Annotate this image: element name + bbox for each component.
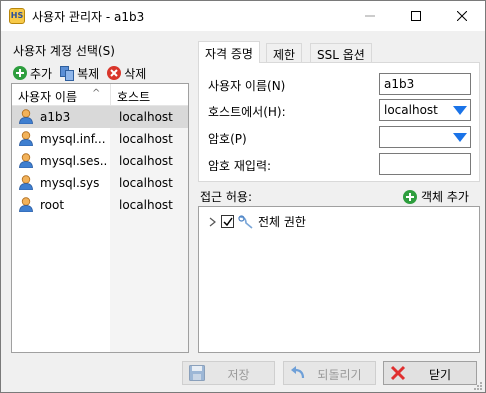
user-row-host: localhost [119, 132, 173, 146]
host-label: 호스트에서(H): [208, 105, 286, 119]
window-close-button[interactable] [439, 1, 485, 31]
username-label: 사용자 이름(N) [208, 79, 286, 93]
tab-limits[interactable]: 제한 [266, 43, 303, 62]
user-row[interactable]: mysql.ses... localhost [12, 150, 188, 172]
user-icon [19, 197, 33, 215]
user-row[interactable]: mysql.inf... localhost [12, 128, 188, 150]
save-label: 저장 [227, 368, 250, 382]
user-account-list[interactable]: 사용자 이름 ^ 호스트 a1b3 localhost mysql.inf...… [11, 83, 189, 353]
user-icon [19, 153, 33, 171]
access-allow-label: 접근 허용: [200, 190, 253, 204]
host-value: localhost [384, 103, 438, 117]
chevron-down-icon[interactable] [453, 133, 467, 142]
user-manager-window: HS 사용자 관리자 - a1b3 사용자 계정 선택(S) 추가 복제 삭제 [0, 0, 486, 393]
close-icon [457, 11, 467, 21]
clone-user-label: 복제 [77, 66, 100, 81]
add-user-button[interactable]: 추가 [13, 65, 52, 82]
sort-ascending-icon: ^ [92, 88, 101, 99]
window-title: 사용자 관리자 - a1b3 [32, 10, 145, 24]
save-button[interactable]: 저장 [182, 361, 275, 385]
credentials-panel: 사용자 이름(N) a1b3 호스트에서(H): localhost 암호(P)… [198, 62, 480, 182]
user-row[interactable]: mysql.sys localhost [12, 172, 188, 194]
add-icon [13, 66, 27, 80]
delete-user-label: 삭제 [124, 66, 147, 81]
delete-user-button[interactable]: 삭제 [107, 65, 146, 82]
list-header: 사용자 이름 ^ 호스트 [12, 84, 188, 106]
user-row-host: localhost [119, 198, 173, 212]
all-privileges-checkbox[interactable] [221, 215, 234, 228]
account-toolbar: 추가 복제 삭제 [13, 63, 154, 83]
checkmark-icon [222, 217, 233, 226]
user-row-name: mysql.inf... [40, 132, 106, 146]
privilege-tree[interactable]: 전체 권한 [198, 206, 480, 353]
maximize-icon [411, 11, 421, 21]
user-icon [19, 109, 33, 127]
app-icon: HS [9, 8, 25, 24]
user-icon [19, 131, 33, 149]
add-icon [403, 189, 417, 204]
resize-grip-icon[interactable] [473, 381, 483, 391]
tab-ssl-options[interactable]: SSL 옵션 [310, 43, 372, 62]
column-header-host[interactable]: 호스트 [117, 88, 150, 105]
password-repeat-field[interactable] [379, 153, 471, 175]
user-row-name: mysql.sys [40, 176, 100, 190]
username-value: a1b3 [384, 77, 415, 91]
user-icon [19, 175, 33, 193]
expand-chevron-icon[interactable] [209, 217, 217, 227]
minimize-button[interactable] [347, 1, 393, 31]
add-user-label: 추가 [30, 66, 53, 81]
maximize-button[interactable] [393, 1, 439, 31]
revert-button[interactable]: 되돌리기 [283, 361, 376, 385]
add-object-label: 객체 추가 [421, 190, 469, 204]
user-row-name: root [40, 198, 65, 212]
chevron-down-icon[interactable] [453, 106, 467, 115]
tab-credentials[interactable]: 자격 증명 [198, 41, 260, 63]
user-row-name: a1b3 [40, 110, 71, 124]
user-row-host: localhost [119, 176, 173, 190]
close-label: 닫기 [428, 368, 452, 382]
user-row[interactable]: root localhost [12, 194, 188, 216]
tree-item-label: 전체 권한 [258, 215, 306, 229]
password-repeat-label: 암호 재입력: [208, 159, 272, 173]
close-button[interactable]: 닫기 [383, 361, 477, 385]
revert-label: 되돌리기 [317, 368, 362, 382]
column-divider[interactable] [110, 84, 111, 106]
add-object-button[interactable]: 객체 추가 [403, 188, 469, 205]
clone-user-button[interactable]: 복제 [60, 65, 99, 82]
user-row[interactable]: a1b3 localhost [12, 106, 188, 128]
password-label: 암호(P) [208, 132, 247, 146]
privilege-key-icon [238, 214, 253, 229]
tree-item[interactable]: 전체 권한 [209, 213, 310, 230]
password-combobox[interactable] [379, 126, 471, 148]
user-row-host: localhost [119, 154, 173, 168]
minimize-icon [365, 15, 375, 17]
username-field[interactable]: a1b3 [379, 73, 471, 95]
user-row-host: localhost [119, 110, 173, 124]
title-bar: HS 사용자 관리자 - a1b3 [1, 1, 485, 31]
user-row-name: mysql.ses... [40, 154, 108, 168]
clone-icon [60, 65, 75, 81]
delete-icon [107, 66, 122, 80]
host-combobox[interactable]: localhost [379, 99, 471, 121]
column-header-username[interactable]: 사용자 이름 [18, 88, 77, 105]
select-account-label: 사용자 계정 선택(S) [13, 44, 115, 58]
